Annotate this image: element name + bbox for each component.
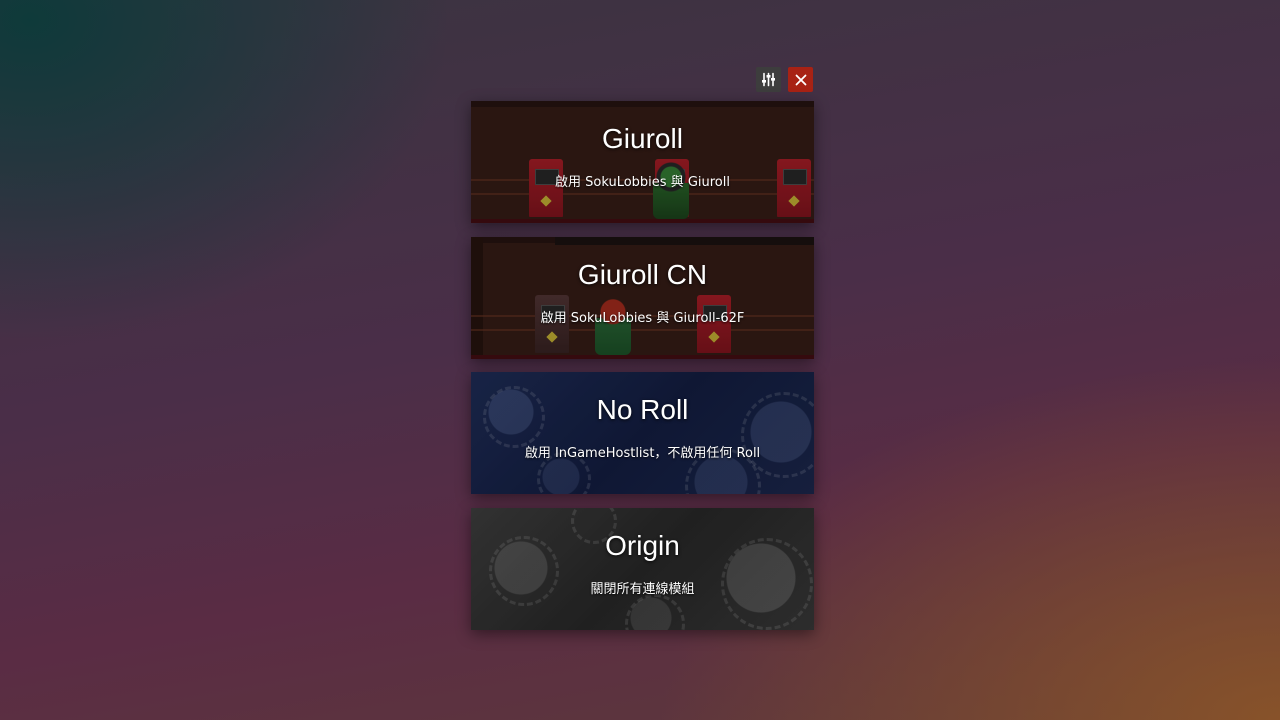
profile-description: 關閉所有連線模組 [590, 581, 695, 597]
profile-description: 啟用 SokuLobbies 與 Giuroll [555, 175, 730, 190]
profile-description: 啟用 InGameHostlist，不啟用任何 Roll [524, 446, 761, 461]
settings-button[interactable] [756, 67, 781, 92]
profile-title: Giuroll CN [577, 258, 708, 290]
profile-description: 啟用 SokuLobbies 與 Giuroll-62F [540, 310, 745, 326]
close-icon [795, 74, 806, 85]
profile-title: Giuroll [602, 123, 683, 154]
toolbar [756, 67, 813, 92]
profile-list: Giuroll 啟用 SokuLobbies 與 Giuroll Giuroll… [471, 101, 814, 643]
close-button[interactable] [788, 67, 813, 92]
sliders-icon [762, 72, 775, 87]
profile-card-giuroll-cn[interactable]: Giuroll CN 啟用 SokuLobbies 與 Giuroll-62F [471, 236, 814, 359]
profile-card-no-roll[interactable]: No Roll 啟用 InGameHostlist，不啟用任何 Roll [471, 372, 814, 494]
profile-card-giuroll[interactable]: Giuroll 啟用 SokuLobbies 與 Giuroll [471, 101, 814, 223]
profile-title: No Roll [596, 394, 689, 425]
profile-card-origin[interactable]: Origin 關閉所有連線模組 [471, 507, 814, 630]
profile-title: Origin [605, 529, 680, 561]
